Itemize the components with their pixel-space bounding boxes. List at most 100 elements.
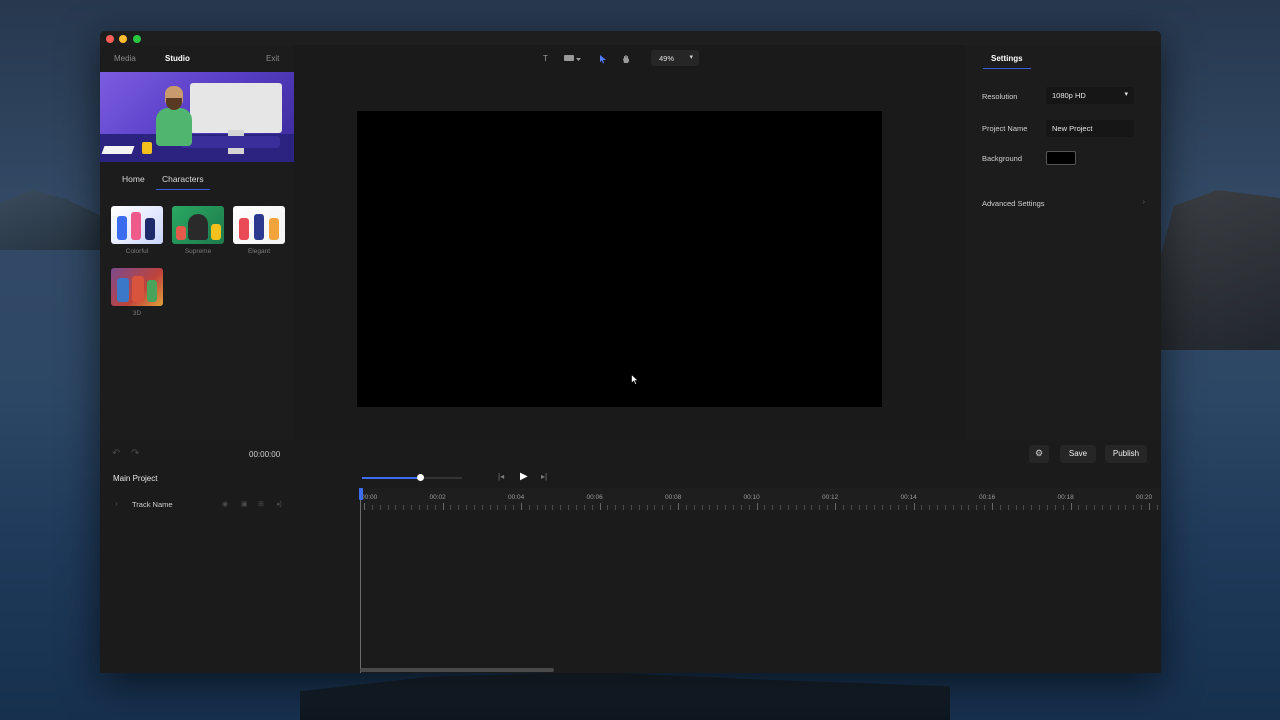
zoom-value: 49% (659, 54, 675, 63)
speaker-icon[interactable]: ◂) (276, 500, 282, 508)
chevron-right-icon[interactable]: › (115, 499, 118, 508)
shape-tool-icon[interactable] (564, 54, 582, 65)
lock-icon[interactable]: ▣ (241, 500, 248, 508)
tab-settings[interactable]: Settings (983, 54, 1031, 69)
character-pack-3d[interactable] (111, 268, 163, 306)
ruler-tick (780, 505, 782, 510)
project-name-label: Project Name (982, 124, 1028, 133)
chevron-down-icon: ▾ (1124, 91, 1128, 98)
ruler-tick (756, 503, 758, 510)
track-name[interactable]: Track Name (132, 500, 173, 509)
ruler-time-label: 00:00 (361, 494, 378, 501)
background-label: Background (982, 154, 1023, 163)
undo-icon[interactable]: ↶ (112, 448, 120, 459)
ruler-tick (709, 505, 711, 510)
timeline-scrollbar[interactable] (360, 668, 554, 672)
timeline-zoom-handle[interactable] (417, 474, 424, 481)
ruler-tick (552, 505, 554, 510)
character-pack-elegant[interactable] (233, 206, 285, 244)
ruler-tick (725, 505, 727, 510)
publish-button[interactable]: Publish (1105, 445, 1147, 463)
ruler-tick (662, 505, 664, 510)
project-name-value: New Project (1052, 124, 1093, 133)
ruler-tick (630, 505, 632, 510)
wallpaper-rock-right (1155, 190, 1280, 350)
tab-studio[interactable]: Studio (165, 54, 190, 63)
ruler-tick (1101, 505, 1103, 510)
ruler-time-label: 00:20 (1136, 494, 1153, 501)
ruler-tick (905, 505, 907, 510)
ruler-tick (1149, 503, 1150, 510)
ruler-tick (418, 505, 420, 510)
project-name-input[interactable]: New Project (1046, 120, 1134, 137)
redo-icon[interactable]: ↷ (131, 448, 139, 459)
ruler-tick (638, 505, 640, 510)
close-window-button[interactable] (106, 35, 114, 43)
featured-illustration (100, 72, 294, 162)
character-pack-colorful[interactable] (111, 206, 163, 244)
ruler-tick (473, 505, 475, 510)
gear-icon[interactable]: ⚙ (1029, 445, 1049, 463)
character-pack-supreme[interactable] (172, 206, 224, 244)
ruler-tick (882, 505, 884, 510)
tab-main-project[interactable]: Main Project (100, 474, 169, 489)
zoom-window-button[interactable] (133, 35, 141, 43)
skip-back-icon[interactable]: |◂ (498, 472, 504, 481)
ruler-tick (929, 505, 931, 510)
text-tool-icon[interactable]: T (543, 54, 548, 63)
ruler-tick (1062, 505, 1064, 510)
exit-button[interactable]: Exit (266, 54, 279, 63)
ruler-tick (992, 503, 993, 510)
tab-home[interactable]: Home (122, 174, 145, 184)
save-button[interactable]: Save (1060, 445, 1096, 463)
tab-media[interactable]: Media (114, 54, 136, 63)
advanced-settings-toggle[interactable]: Advanced Settings (982, 199, 1045, 208)
ruler-time-label: 00:16 (979, 494, 996, 501)
ruler-tick (866, 505, 868, 510)
ruler-tick (411, 505, 413, 510)
ruler-tick (795, 505, 797, 510)
ruler-tick (811, 505, 813, 510)
visibility-icon[interactable]: ◉ (222, 500, 228, 508)
group-icon[interactable]: ⊞ (258, 500, 264, 508)
play-icon[interactable]: ▶ (520, 471, 528, 482)
minimize-window-button[interactable] (119, 35, 127, 43)
ruler-tick (426, 505, 428, 510)
ruler-time-label: 00:08 (665, 494, 682, 501)
ruler-tick (944, 505, 946, 510)
stage-canvas[interactable] (357, 111, 882, 407)
ruler-tick (521, 503, 522, 510)
ruler-tick (842, 505, 844, 510)
zoom-dropdown[interactable]: 49% ▾ (651, 50, 699, 66)
skip-forward-icon[interactable]: ▸| (541, 472, 547, 481)
character-pack-label: Colorful (125, 248, 149, 255)
ruler-tick (764, 505, 766, 510)
mouse-cursor-icon (631, 373, 639, 388)
ruler-time-label: 00:06 (586, 494, 603, 501)
ruler-tick (787, 505, 789, 510)
ruler-tick (1007, 505, 1009, 510)
hand-tool-icon[interactable] (622, 54, 630, 66)
track-row[interactable]: › Track Name ◉ ▣ ⊞ ◂) (100, 488, 359, 520)
timeline-ruler[interactable]: 00:00 00:02 00:04 00:06 00:08 00:10 00:12 00:14… (360, 488, 1160, 510)
ruler-tick (442, 503, 444, 510)
left-panel: Media Studio Exit Home Characters Colorf… (100, 45, 294, 441)
select-tool-icon[interactable] (599, 54, 607, 66)
ruler-tick (599, 503, 601, 510)
ruler-tick (827, 505, 829, 510)
ruler-tick (678, 503, 679, 510)
tab-characters[interactable]: Characters (156, 174, 210, 190)
ruler-tick (999, 505, 1001, 510)
ruler-tick (481, 505, 483, 510)
resolution-dropdown[interactable]: 1080p HD ▾ (1046, 87, 1134, 104)
ruler-tick (748, 505, 750, 510)
wallpaper-coast (300, 672, 950, 720)
timeline-zoom-slider[interactable] (362, 474, 462, 481)
ruler-tick (364, 503, 365, 510)
ruler-tick (1125, 505, 1127, 510)
background-color-swatch[interactable] (1046, 151, 1076, 165)
playhead-handle[interactable] (359, 488, 363, 500)
ruler-tick (434, 505, 436, 510)
ruler-tick (654, 505, 656, 510)
ruler-tick (960, 505, 962, 510)
